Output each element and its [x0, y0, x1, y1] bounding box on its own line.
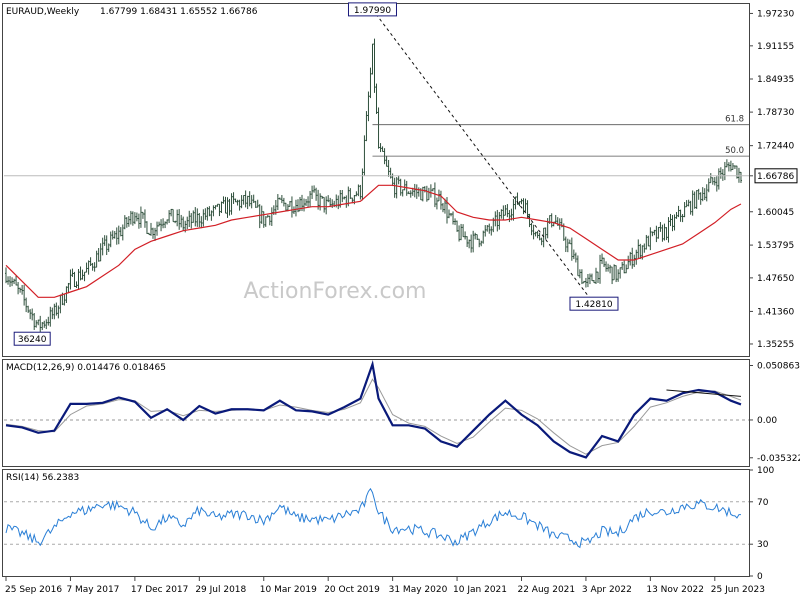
x-tick-label: 7 May 2017 [66, 585, 119, 595]
price-header-symbol: EURAUD,Weekly [6, 7, 80, 17]
forex-chart-window: ActionForex.com 61.8 50.0 1.97990 1.42810 36… [0, 0, 800, 600]
x-tick-label: 13 Nov 2022 [646, 585, 704, 595]
x-tick-label: 17 Dec 2017 [131, 585, 189, 595]
macd-y-tick-label: 0.050863 [757, 362, 800, 372]
price-y-tick-label: 1.72440 [757, 142, 794, 152]
price-y-tick-label: 1.84935 [757, 75, 794, 85]
x-tick-label: 29 Jul 2018 [195, 585, 246, 595]
macd-y-tick-label: -0.035322 [757, 454, 800, 464]
fib-level-label: 50.0 [725, 146, 744, 156]
price-y-tick-label: 1.53795 [757, 241, 794, 251]
x-tick-label: 10 Jan 2021 [453, 585, 507, 595]
rsi-header: RSI(14) 56.2383 [6, 473, 79, 483]
price-y-tick-label: 1.66786 [757, 172, 794, 182]
price-y-tick-label: 1.97230 [757, 9, 794, 19]
macd-y-tick-label: 0.00 [757, 416, 777, 426]
rsi-y-tick-label: 0 [757, 572, 763, 582]
macd-header: MACD(12,26,9) 0.014476 0.018465 [6, 363, 166, 373]
price-y-tick-label: 1.35255 [757, 340, 794, 350]
x-tick-label: 10 Mar 2019 [260, 585, 317, 595]
fib-level-label: 61.8 [725, 115, 744, 125]
price-y-tick-label: 1.60045 [757, 208, 794, 218]
x-tick-label: 22 Aug 2021 [517, 585, 575, 595]
price-y-tick-label: 1.47650 [757, 274, 794, 284]
x-tick-label: 25 Sep 2016 [5, 585, 62, 595]
price-y-tick-label: 1.78730 [757, 108, 794, 118]
rsi-y-tick-label: 70 [757, 498, 769, 508]
price-y-tick-label: 1.41360 [757, 307, 794, 317]
watermark: ActionForex.com [244, 279, 427, 304]
price-header-ohlc: 1.67799 1.68431 1.65552 1.66786 [100, 7, 258, 17]
rsi-y-tick-label: 100 [757, 466, 774, 476]
price-annotation-label: 36240 [18, 335, 47, 345]
x-tick-label: 25 Jun 2023 [711, 585, 765, 595]
price-annotation-label: 1.97990 [354, 6, 391, 16]
rsi-y-tick-label: 30 [757, 540, 769, 550]
price-annotation-label: 1.42810 [575, 300, 612, 310]
price-y-tick-label: 1.91155 [757, 42, 794, 52]
x-tick-label: 31 May 2020 [389, 585, 448, 595]
x-tick-label: 3 Apr 2022 [582, 585, 632, 595]
x-tick-label: 20 Oct 2019 [324, 585, 380, 595]
chart-canvas: ActionForex.com 61.8 50.0 1.97990 1.42810 36… [0, 0, 800, 600]
